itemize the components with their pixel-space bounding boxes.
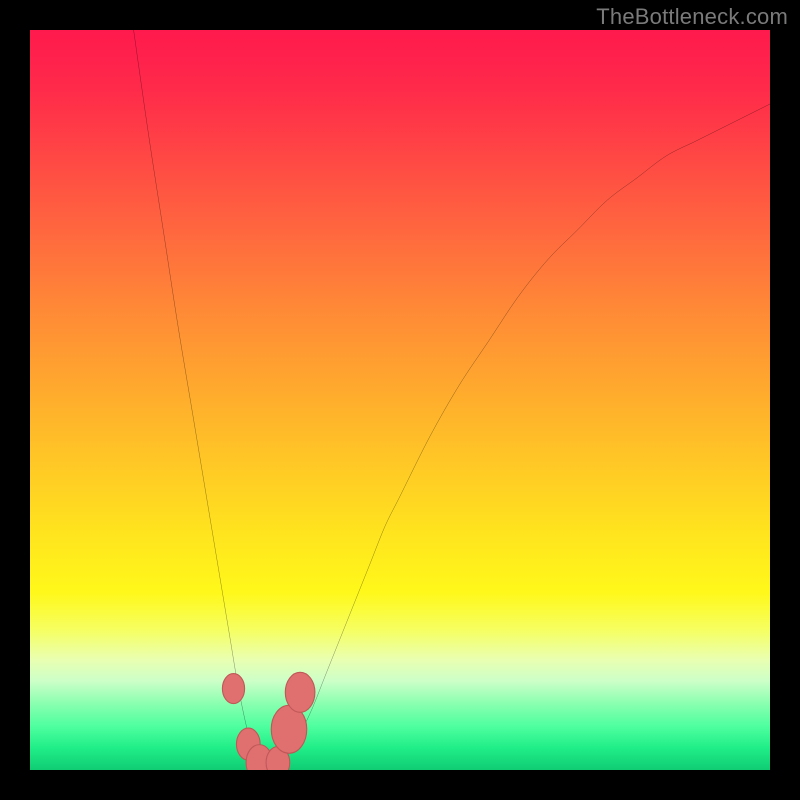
chart-frame: TheBottleneck.com (0, 0, 800, 800)
bottleneck-curve (134, 30, 770, 770)
plot-area (30, 30, 770, 770)
curve-svg (30, 30, 770, 770)
curve-marker (285, 672, 315, 712)
curve-marker (222, 674, 244, 704)
watermark-text: TheBottleneck.com (596, 4, 788, 30)
curve-markers (222, 672, 315, 770)
